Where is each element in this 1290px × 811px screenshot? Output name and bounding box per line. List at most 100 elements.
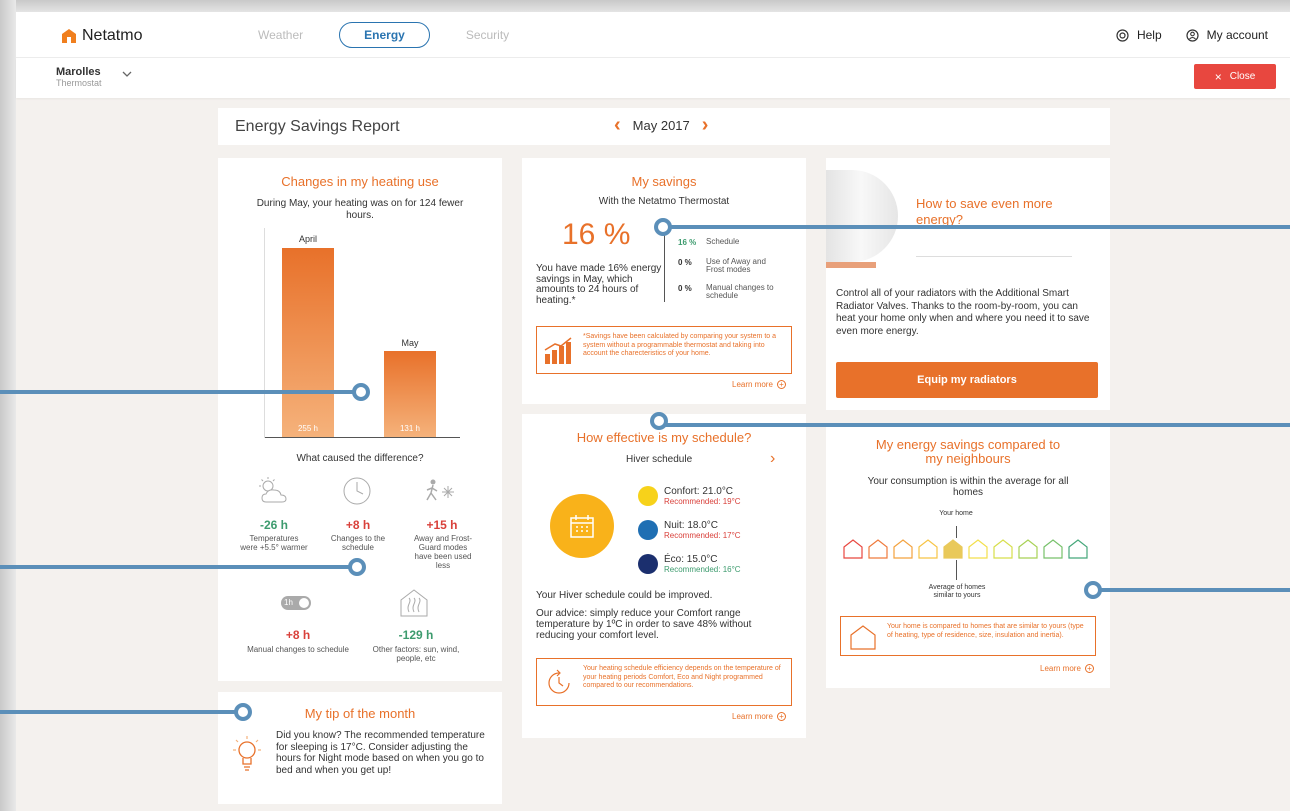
clock-arrow-icon xyxy=(548,669,570,694)
breakdown-schedule-value: 16 % xyxy=(678,238,697,247)
account-link[interactable]: My account xyxy=(1186,28,1268,42)
house-icon xyxy=(918,539,938,559)
location-selector[interactable]: Marolles Thermostat xyxy=(56,66,102,88)
month-navigator: ‹ May 2017 › xyxy=(614,115,709,135)
plus-circle-icon: + xyxy=(776,380,786,389)
clock-icon xyxy=(343,477,371,505)
savings-note-text: *Savings have been calculated by compari… xyxy=(583,333,776,357)
schedule-calendar-badge xyxy=(550,494,614,558)
bar-value-april: 255 h xyxy=(297,424,319,433)
tab-energy[interactable]: Energy xyxy=(339,22,430,48)
tip-title: My tip of the month xyxy=(304,706,416,721)
average-marker-line xyxy=(956,560,957,580)
heating-use-title: Changes in my heating use xyxy=(281,174,439,189)
close-icon: × xyxy=(1214,69,1222,84)
product-tabs: Weather Energy Security xyxy=(236,22,545,48)
house-icon xyxy=(1043,539,1063,559)
cause-value-schedule: +8 h xyxy=(345,518,371,532)
breakdown-manual-value: 0 % xyxy=(678,284,692,293)
schedule-verdict: Your Hiver schedule could be improved. xyxy=(536,590,713,601)
savings-subtitle: With the Netatmo Thermostat xyxy=(598,196,730,207)
bar-chart: April 255 h May 131 h xyxy=(218,218,502,438)
neighbours-learn-more-label: Learn more xyxy=(1040,664,1081,673)
savings-learn-more[interactable]: Learn more + xyxy=(732,380,786,389)
top-right-menu: Help My account xyxy=(1092,28,1268,42)
next-month-icon[interactable]: › xyxy=(702,115,709,135)
netatmo-logo[interactable]: Netatmo xyxy=(62,27,142,45)
cause-label-manual: Manual changes to schedule xyxy=(247,645,349,654)
device-bar: Marolles Thermostat × Close xyxy=(16,58,1290,98)
cause-label-other: Other factors: sun, wind, people, etc xyxy=(372,645,460,663)
calendar-icon xyxy=(570,515,594,538)
help-link[interactable]: Help xyxy=(1116,28,1162,42)
report-title: Energy Savings Report xyxy=(235,118,400,135)
location-name: Marolles xyxy=(56,66,101,78)
tab-security[interactable]: Security xyxy=(444,22,531,48)
schedule-note-text: Your heating schedule efficiency depends… xyxy=(583,665,781,689)
promo-divider xyxy=(916,256,1072,257)
window-edge-top xyxy=(0,0,1290,12)
bar-value-may: 131 h xyxy=(399,424,421,433)
neighbours-note-box: Your home is compared to homes that are … xyxy=(840,616,1096,656)
bar-april xyxy=(282,248,334,437)
callout-dot-causes xyxy=(348,558,366,576)
growth-chart-icon xyxy=(544,337,572,364)
callout-dot-chart xyxy=(352,383,370,401)
house-outline-icon xyxy=(850,625,876,650)
schedule-next-icon[interactable]: › xyxy=(770,450,775,468)
equip-radiators-button[interactable]: Equip my radiators xyxy=(836,362,1098,398)
breakdown-schedule-label: Schedule xyxy=(706,237,740,246)
cause-value-manual: +8 h xyxy=(285,628,311,642)
breakdown-away-label: Use of Away and Frost modes xyxy=(706,257,766,274)
lightbulb-icon xyxy=(233,736,261,771)
cause-value-other: -129 h xyxy=(398,628,434,642)
toggle-text: 1h xyxy=(284,598,293,607)
chart-axis-y xyxy=(264,228,265,438)
houses-scale xyxy=(842,538,1089,560)
schedule-advice: Our advice: simply reduce your Comfort r… xyxy=(536,608,752,641)
callout-dot-tip xyxy=(234,703,252,721)
prev-month-icon[interactable]: ‹ xyxy=(614,115,621,135)
away-frost-icon xyxy=(426,479,454,501)
cause-value-temperature: -26 h xyxy=(259,518,288,532)
cause-label-temperature: Temperatures were +5.5° warmer xyxy=(240,534,308,552)
user-icon xyxy=(1186,28,1199,42)
report-header: Energy Savings Report ‹ May 2017 › xyxy=(218,108,1110,145)
tab-weather[interactable]: Weather xyxy=(236,22,325,48)
cause-label-schedule: Changes to the schedule xyxy=(330,534,386,552)
cause-value-away-frost: +15 h xyxy=(426,518,458,532)
breakdown-manual-label: Manual changes to schedule xyxy=(706,283,774,300)
eco-label: Éco: 15.0°C xyxy=(664,554,718,565)
toggle-knob xyxy=(299,598,309,608)
eco-dot xyxy=(638,554,658,574)
house-icon xyxy=(868,539,888,559)
help-label: Help xyxy=(1136,28,1162,42)
tip-text: Did you know? The recommended temperatur… xyxy=(276,730,485,776)
callout-line-neighbours xyxy=(1100,588,1290,592)
weather-icon xyxy=(259,477,287,503)
mode-nuit: Nuit: 18.0°C Recommended: 17°C xyxy=(638,520,741,540)
mode-confort: Confort: 21.0°C Recommended: 19°C xyxy=(638,486,741,506)
schedule-learn-more[interactable]: Learn more + xyxy=(732,712,786,721)
chevron-down-icon[interactable] xyxy=(122,70,132,78)
schedule-note-box: Your heating schedule efficiency depends… xyxy=(536,658,792,706)
callout-dot-savings xyxy=(654,218,672,236)
cause-label-away-frost: Away and Frost-Guard modes have been use… xyxy=(413,534,473,570)
valve-body xyxy=(826,170,898,262)
nuit-label: Nuit: 18.0°C xyxy=(664,520,719,531)
nuit-recommended: Recommended: 17°C xyxy=(664,531,741,540)
breakdown-schedule: 16 % Schedule xyxy=(678,237,798,248)
radiator-valve-image xyxy=(826,166,904,278)
breakdown-away: 0 % Use of Away and Frost modes xyxy=(678,258,798,274)
neighbours-learn-more[interactable]: Learn more + xyxy=(1040,664,1094,673)
savings-note-box: *Savings have been calculated by compari… xyxy=(536,326,792,374)
your-home-label: Your home xyxy=(939,510,973,517)
lifebuoy-icon xyxy=(1116,28,1129,42)
manual-toggle-icon: 1h xyxy=(281,596,311,610)
average-label: Average of homes similar to yours xyxy=(928,584,986,599)
heating-use-card: Changes in my heating use During May, yo… xyxy=(218,158,502,681)
house-icon xyxy=(1018,539,1038,559)
savings-description: You have made 16% energy savings in May,… xyxy=(536,263,662,306)
close-button[interactable]: × Close xyxy=(1194,64,1276,89)
callout-dot-schedule xyxy=(650,412,668,430)
